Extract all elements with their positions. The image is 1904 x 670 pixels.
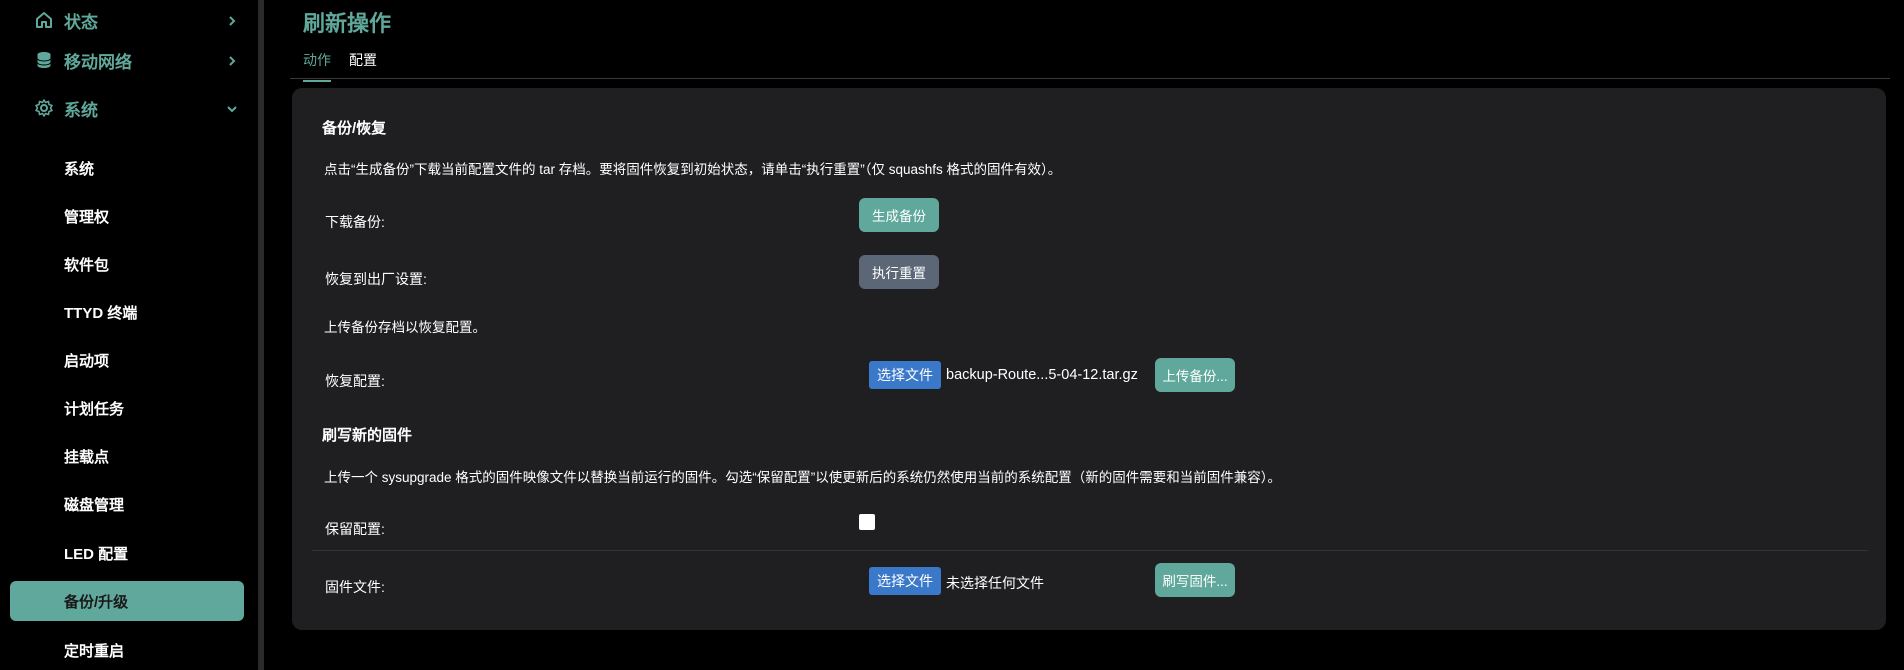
backup-description: 点击“生成备份”下载当前配置文件的 tar 存档。要将固件恢复到初始状态，请单击… bbox=[324, 162, 1062, 177]
tab-bar: 动作 配置 bbox=[290, 40, 1890, 82]
sidebar-item-label: 定时重启 bbox=[64, 642, 125, 660]
firmware-file-label: 固件文件: bbox=[325, 579, 385, 595]
upload-backup-button[interactable]: 上传备份... bbox=[1155, 358, 1235, 392]
sidebar-item-label: 移动网络 bbox=[64, 53, 132, 72]
sidebar-item-system[interactable]: 系统 bbox=[0, 86, 258, 130]
page-title: 刷新操作 bbox=[303, 11, 392, 36]
flash-firmware-button[interactable]: 刷写固件... bbox=[1155, 563, 1235, 597]
sidebar: 状态 移动网络 系统 系统 管理权 软件包 TTYD 终端 启动项 计划任务 挂… bbox=[0, 0, 258, 670]
sidebar-item-label: 磁盘管理 bbox=[64, 496, 125, 514]
tab-config[interactable]: 配置 bbox=[349, 50, 377, 80]
sidebar-item-led[interactable]: LED 配置 bbox=[10, 533, 244, 573]
row-divider bbox=[312, 550, 1868, 551]
chosen-backup-filename: backup-Route...5-04-12.tar.gz bbox=[946, 367, 1138, 383]
firmware-filename-status: 未选择任何文件 bbox=[946, 575, 1044, 591]
sidebar-item-label: 管理权 bbox=[64, 208, 110, 226]
sidebar-item-label: 备份/升级 bbox=[64, 593, 129, 611]
backup-section-title: 备份/恢复 bbox=[322, 120, 387, 137]
sidebar-item-disk[interactable]: 磁盘管理 bbox=[10, 484, 244, 524]
sidebar-item-label: 启动项 bbox=[64, 352, 110, 370]
chevron-right-icon bbox=[229, 56, 236, 66]
sidebar-item-mounts[interactable]: 挂载点 bbox=[10, 436, 244, 476]
perform-reset-button[interactable]: 执行重置 bbox=[859, 255, 939, 289]
keep-settings-label: 保留配置: bbox=[325, 521, 385, 537]
sidebar-item-label: 挂载点 bbox=[64, 448, 110, 466]
firmware-section-title: 刷写新的固件 bbox=[322, 427, 413, 444]
sidebar-item-ttyd[interactable]: TTYD 终端 bbox=[10, 292, 244, 332]
flash-operations-card: 备份/恢复 点击“生成备份”下载当前配置文件的 tar 存档。要将固件恢复到初始… bbox=[292, 88, 1886, 630]
upload-backup-hint: 上传备份存档以恢复配置。 bbox=[324, 320, 486, 335]
download-backup-label: 下载备份: bbox=[325, 214, 385, 230]
sidebar-item-label: 软件包 bbox=[64, 256, 110, 274]
sidebar-item-label: LED 配置 bbox=[64, 545, 129, 563]
sidebar-item-system-settings[interactable]: 系统 bbox=[10, 148, 244, 188]
database-icon bbox=[37, 52, 51, 68]
sidebar-item-label: 系统 bbox=[64, 160, 95, 178]
sidebar-item-packages[interactable]: 软件包 bbox=[10, 244, 244, 284]
sidebar-item-backup[interactable]: 备份/升级 bbox=[10, 581, 244, 621]
factory-reset-label: 恢复到出厂设置: bbox=[325, 271, 427, 287]
restore-config-label: 恢复配置: bbox=[325, 373, 385, 389]
sidebar-item-reboot-schedule[interactable]: 定时重启 bbox=[10, 630, 244, 670]
chevron-down-icon bbox=[227, 106, 237, 113]
gear-icon bbox=[35, 99, 53, 117]
home-icon bbox=[36, 12, 52, 28]
keep-settings-checkbox[interactable] bbox=[859, 514, 875, 530]
sidebar-item-label: 计划任务 bbox=[64, 400, 125, 418]
sidebar-item-label: 状态 bbox=[64, 13, 98, 32]
choose-firmware-file-button[interactable]: 选择文件 bbox=[869, 567, 941, 595]
sidebar-item-label: 系统 bbox=[64, 101, 98, 120]
sidebar-divider[interactable] bbox=[258, 0, 264, 670]
sidebar-item-mobile-network[interactable]: 移动网络 bbox=[0, 36, 258, 80]
sidebar-item-label: TTYD 终端 bbox=[64, 304, 138, 322]
sidebar-item-cron[interactable]: 计划任务 bbox=[10, 388, 244, 428]
chevron-right-icon bbox=[229, 16, 236, 26]
sidebar-item-startup[interactable]: 启动项 bbox=[10, 340, 244, 380]
choose-backup-file-button[interactable]: 选择文件 bbox=[869, 361, 941, 389]
generate-backup-button[interactable]: 生成备份 bbox=[859, 198, 939, 232]
firmware-description: 上传一个 sysupgrade 格式的固件映像文件以替换当前运行的固件。勾选“保… bbox=[324, 470, 1282, 485]
sidebar-item-admin[interactable]: 管理权 bbox=[10, 196, 244, 236]
tab-actions[interactable]: 动作 bbox=[303, 50, 331, 82]
